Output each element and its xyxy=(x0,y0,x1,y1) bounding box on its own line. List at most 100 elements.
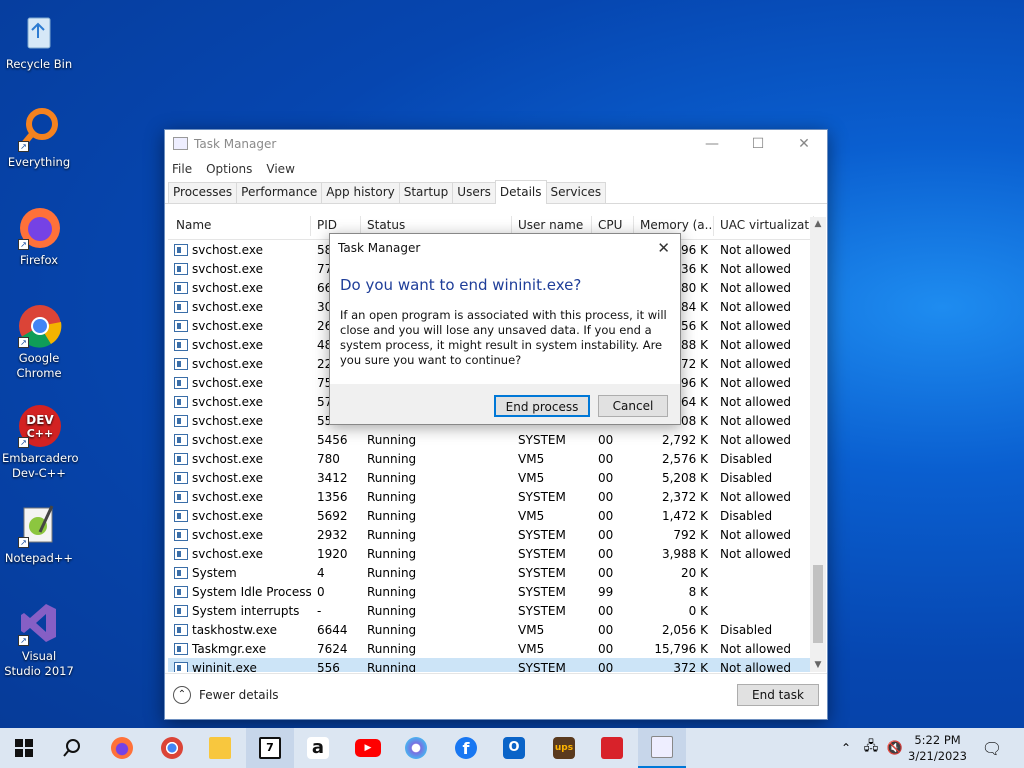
clock-date: 3/21/2023 xyxy=(908,749,967,763)
youtube-icon[interactable]: ▶ xyxy=(344,728,392,768)
pid-cell: 7624 xyxy=(317,641,348,656)
process-name-cell: svchost.exe xyxy=(168,414,311,428)
desktop-icon-visual-studio[interactable]: ↗ Visual Studio 2017 xyxy=(2,600,76,679)
user-cell: VM5 xyxy=(518,641,545,656)
desktop-icon-firefox[interactable]: ↗ Firefox xyxy=(2,204,76,268)
table-row[interactable]: svchost.exe 2932 Running SYSTEM 00 792 K Not a… xyxy=(168,525,826,544)
bank-of-america-icon[interactable] xyxy=(588,728,636,768)
table-row[interactable]: taskhostw.exe 6644 Running VM5 00 2,056 K Disa… xyxy=(168,620,826,639)
pid-cell: 6644 xyxy=(317,622,348,637)
minimize-icon[interactable]: — xyxy=(689,130,735,158)
end-task-button[interactable]: End task xyxy=(737,684,819,706)
uac-cell: Not allowed xyxy=(720,337,792,352)
pid-cell: 1356 xyxy=(317,489,348,504)
task-manager-icon[interactable] xyxy=(638,728,686,768)
task-manager-icon xyxy=(173,137,188,150)
desktop-icon-label: Notepad++ xyxy=(4,551,74,565)
pid-cell: 0 xyxy=(317,584,325,599)
process-name-cell: svchost.exe xyxy=(168,452,311,466)
tab-users[interactable]: Users xyxy=(452,182,496,203)
dialog-message: If an open program is associated with th… xyxy=(340,308,667,367)
table-row[interactable]: svchost.exe 1920 Running SYSTEM 00 3,988 K Not… xyxy=(168,544,826,563)
desktop-icon-devcpp[interactable]: DEV C++ ↗ Embarcadero Dev-C++ xyxy=(2,402,79,481)
memory-cell: 2,372 K xyxy=(661,489,708,504)
column-uac[interactable]: UAC virtualizat... xyxy=(714,216,814,236)
desktop-icon-notepadpp[interactable]: ↗ Notepad++ xyxy=(2,502,76,566)
table-row[interactable]: System interrupts - Running SYSTEM 00 0 K xyxy=(168,601,826,620)
tab-app-history[interactable]: App history xyxy=(321,182,400,203)
vertical-scrollbar[interactable]: ▲ ▼ xyxy=(810,217,826,672)
user-cell: VM5 xyxy=(518,470,545,485)
outlook-icon[interactable]: O xyxy=(490,728,538,768)
dialog-question: Do you want to end wininit.exe? xyxy=(340,276,582,294)
desktop-icon-label: Recycle Bin xyxy=(5,57,73,71)
file-explorer-icon[interactable] xyxy=(196,728,244,768)
dialog-titlebar[interactable]: Task Manager ✕ xyxy=(330,234,680,262)
scrollbar-thumb[interactable] xyxy=(813,565,823,643)
desktop-icon-recycle-bin[interactable]: Recycle Bin xyxy=(2,8,76,72)
tab-services[interactable]: Services xyxy=(545,182,607,203)
scroll-down-icon[interactable]: ▼ xyxy=(810,658,826,672)
end-process-button[interactable]: End process xyxy=(494,395,590,417)
table-row[interactable]: wininit.exe 556 Running SYSTEM 00 372 K Not al… xyxy=(168,658,826,672)
process-name: svchost.exe xyxy=(192,451,263,466)
bluesky-icon[interactable] xyxy=(392,728,440,768)
chevron-up-icon[interactable]: ⌃ xyxy=(836,728,856,768)
clock[interactable]: 5:22 PM 3/21/2023 xyxy=(908,732,967,764)
cpu-cell: 00 xyxy=(598,489,614,504)
facebook-icon[interactable]: f xyxy=(442,728,490,768)
column-name[interactable]: Name xyxy=(168,216,311,236)
maximize-icon[interactable]: ☐ xyxy=(735,130,781,158)
user-cell: SYSTEM xyxy=(518,546,566,561)
user-cell: SYSTEM xyxy=(518,603,566,618)
table-row[interactable]: svchost.exe 780 Running VM5 00 2,576 K Disable… xyxy=(168,449,826,468)
status-cell: Running xyxy=(367,432,417,447)
table-row[interactable]: System 4 Running SYSTEM 00 20 K xyxy=(168,563,826,582)
volume-muted-icon[interactable]: 🔇 xyxy=(884,728,906,768)
table-row[interactable]: Taskmgr.exe 7624 Running VM5 00 15,796 K Not a… xyxy=(168,639,826,658)
firefox-icon[interactable] xyxy=(98,728,146,768)
taskmgr-app-icon[interactable]: 7 xyxy=(246,728,294,768)
uac-cell: Disabled xyxy=(720,622,773,637)
process-name-cell: svchost.exe xyxy=(168,338,311,352)
window-titlebar[interactable]: Task Manager — ☐ ✕ xyxy=(165,130,827,158)
windows-start-icon[interactable] xyxy=(0,728,48,768)
tab-performance[interactable]: Performance xyxy=(236,182,323,203)
close-icon[interactable]: ✕ xyxy=(781,130,827,158)
close-icon[interactable]: ✕ xyxy=(657,234,670,262)
desktop-icon-everything[interactable]: ↗ Everything xyxy=(2,106,76,170)
cpu-cell: 00 xyxy=(598,546,614,561)
cancel-button[interactable]: Cancel xyxy=(598,395,668,417)
menu-view[interactable]: View xyxy=(266,162,294,176)
desktop-icon-chrome[interactable]: ↗ Google Chrome xyxy=(2,302,76,381)
uac-cell: Not allowed xyxy=(720,394,792,409)
memory-cell: 5,208 K xyxy=(661,470,708,485)
table-row[interactable]: svchost.exe 5456 Running SYSTEM 00 2,792 K Not… xyxy=(168,430,826,449)
notification-icon[interactable]: 🗨 xyxy=(972,728,1012,768)
fewer-details-button[interactable]: ⌃ Fewer details xyxy=(173,686,279,704)
menu-file[interactable]: File xyxy=(172,162,192,176)
devcpp-icon: DEV C++ ↗ xyxy=(16,402,62,448)
amazon-icon[interactable]: a xyxy=(294,728,342,768)
table-row[interactable]: svchost.exe 5692 Running VM5 00 1,472 K Disabl… xyxy=(168,506,826,525)
tab-details[interactable]: Details xyxy=(494,180,547,204)
cpu-cell: 00 xyxy=(598,565,614,580)
table-row[interactable]: System Idle Process 0 Running SYSTEM 99 8 K xyxy=(168,582,826,601)
process-name-cell: Taskmgr.exe xyxy=(168,642,311,656)
pid-cell: 3412 xyxy=(317,470,348,485)
search-icon[interactable] xyxy=(48,728,96,768)
ups-icon[interactable]: ups xyxy=(540,728,588,768)
table-row[interactable]: svchost.exe 3412 Running VM5 00 5,208 K Disabl… xyxy=(168,468,826,487)
process-name-cell: svchost.exe xyxy=(168,262,311,276)
chrome-icon[interactable] xyxy=(148,728,196,768)
menu-options[interactable]: Options xyxy=(206,162,252,176)
process-name: System interrupts xyxy=(192,603,300,618)
uac-cell: Not allowed xyxy=(720,489,792,504)
tab-processes[interactable]: Processes xyxy=(168,182,238,203)
process-name: svchost.exe xyxy=(192,337,263,352)
scroll-up-icon[interactable]: ▲ xyxy=(810,217,826,231)
table-row[interactable]: svchost.exe 1356 Running SYSTEM 00 2,372 K Not… xyxy=(168,487,826,506)
network-icon[interactable]: 🖧 xyxy=(860,728,882,768)
tab-startup[interactable]: Startup xyxy=(398,182,454,203)
uac-cell: Not allowed xyxy=(720,261,792,276)
